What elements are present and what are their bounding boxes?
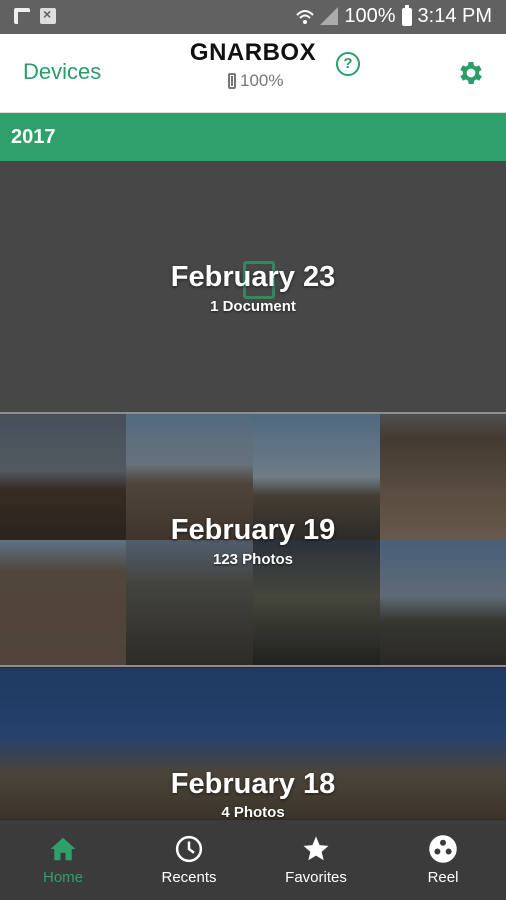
section-divider (0, 665, 506, 667)
nav-recents-label: Recents (161, 869, 217, 886)
nav-favorites[interactable]: Favorites (253, 820, 379, 900)
nav-recents[interactable]: Recents (126, 820, 252, 900)
star-icon (303, 836, 329, 861)
home-icon (50, 837, 76, 861)
device-battery: 100% (228, 71, 283, 91)
section-date: February 23 (170, 261, 336, 293)
nav-home[interactable]: Home (0, 820, 126, 900)
reel-icon (429, 835, 457, 863)
signal-icon (320, 6, 339, 25)
section-count: 123 Photos (212, 551, 294, 568)
status-bar: 100% 3:14 PM (0, 0, 506, 34)
wifi-icon (296, 9, 315, 24)
date-section-feb19[interactable]: February 19 123 Photos (0, 414, 506, 665)
nav-favorites-label: Favorites (285, 869, 347, 886)
date-section-feb18[interactable]: February 18 4 Photos (0, 668, 506, 819)
nav-reel[interactable]: Reel (380, 820, 506, 900)
nav-home-label: Home (42, 869, 83, 886)
date-section-feb23[interactable]: February 23 1 Document (0, 161, 506, 412)
nav-reel-label: Reel (427, 869, 459, 886)
status-time: 3:14 PM (417, 5, 492, 27)
app-header: Devices GNARBOX 100% ? (0, 34, 506, 113)
status-battery-percent: 100% (344, 5, 396, 27)
device-battery-percent: 100% (240, 71, 284, 90)
dismissed-notification-icon (40, 6, 56, 24)
help-icon[interactable]: ? (336, 52, 360, 76)
battery-icon (401, 4, 412, 26)
section-count: 1 Document (210, 298, 296, 315)
year-header: 2017 (0, 113, 506, 161)
flipboard-notification-icon (14, 8, 30, 24)
section-count: 4 Photos (221, 804, 285, 819)
device-title: GNARBOX (189, 39, 317, 66)
clock-icon (175, 835, 203, 863)
section-date: February 18 (170, 768, 336, 800)
gear-icon[interactable] (456, 58, 486, 88)
device-battery-icon (228, 73, 236, 89)
bottom-nav: Home Recents Favorites Reel (0, 820, 506, 900)
section-date: February 19 (170, 514, 336, 546)
year-label: 2017 (11, 126, 56, 148)
